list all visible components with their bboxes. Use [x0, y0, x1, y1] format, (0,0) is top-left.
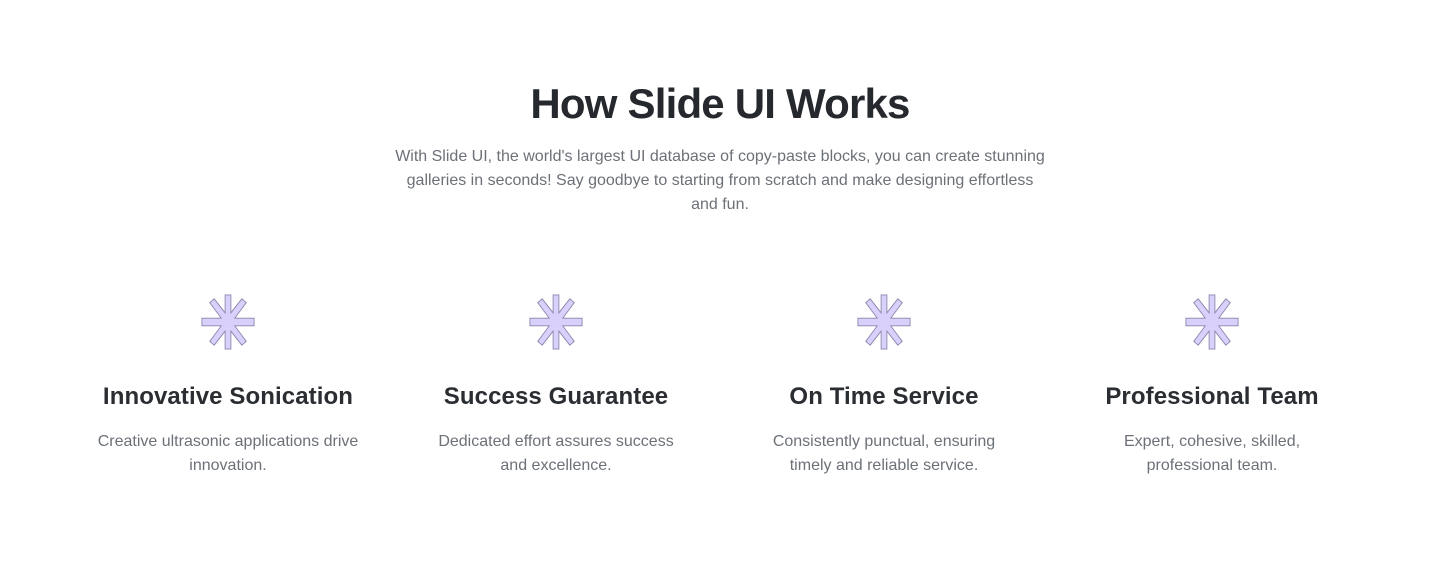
features-row: Innovative Sonication Creative ultrasoni…	[64, 293, 1376, 478]
section-title: How Slide UI Works	[530, 80, 910, 127]
feature-title: Professional Team	[1105, 383, 1319, 410]
feature-description: Consistently punctual, ensuring timely a…	[772, 433, 996, 474]
feature-card: Innovative Sonication Creative ultrasoni…	[64, 293, 392, 478]
asterisk-icon	[529, 294, 583, 350]
asterisk-icon	[201, 294, 255, 350]
feature-card: Success Guarantee Dedicated effort assur…	[392, 293, 720, 478]
feature-card: Professional Team Expert, cohesive, skil…	[1048, 293, 1376, 478]
feature-description: Expert, cohesive, skilled, professional …	[1123, 433, 1301, 474]
asterisk-icon	[1185, 294, 1239, 350]
feature-title: Success Guarantee	[443, 383, 669, 410]
feature-card: On Time Service Consistently punctual, e…	[720, 293, 1048, 478]
feature-title: Innovative Sonication	[102, 383, 354, 410]
feature-description: Creative ultrasonic applications drive i…	[97, 433, 359, 474]
feature-title: On Time Service	[789, 383, 979, 410]
how-it-works-section: How Slide UI Works With Slide UI, the wo…	[0, 0, 1440, 574]
feature-description: Dedicated effort assures success and exc…	[438, 433, 674, 474]
section-subtitle: With Slide UI, the world's largest UI da…	[395, 148, 1045, 213]
asterisk-icon	[857, 294, 911, 350]
